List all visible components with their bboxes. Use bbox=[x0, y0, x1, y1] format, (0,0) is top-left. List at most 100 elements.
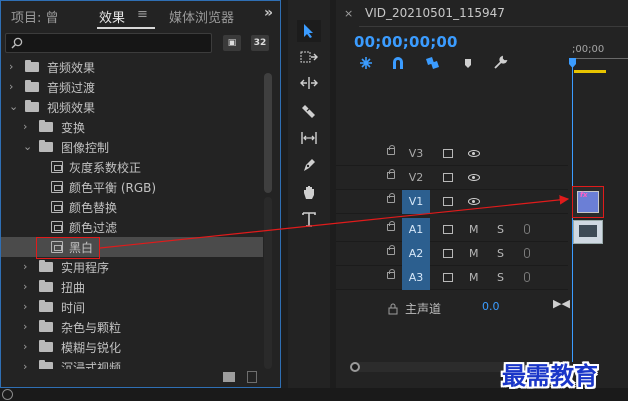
lock-icon[interactable] bbox=[387, 193, 395, 203]
track-a2[interactable]: A2 M S bbox=[336, 242, 568, 266]
chevron-right-icon[interactable]: › bbox=[23, 280, 27, 293]
tree-item[interactable]: › 模糊与锐化 bbox=[1, 337, 263, 357]
tree-item[interactable]: 颜色平衡 (RGB) bbox=[1, 177, 263, 197]
tree-item[interactable]: 颜色过滤 bbox=[1, 217, 263, 237]
chevron-right-icon[interactable]: › bbox=[23, 120, 27, 133]
selection-tool-icon[interactable] bbox=[297, 20, 321, 42]
chevron-right-icon[interactable]: › bbox=[23, 360, 27, 369]
tree-item[interactable]: › 时间 bbox=[1, 297, 263, 317]
tree-item[interactable]: ⌄ 图像控制 bbox=[1, 137, 263, 157]
tree-item[interactable]: › 杂色与颗粒 bbox=[1, 317, 263, 337]
playhead-handle[interactable] bbox=[569, 58, 576, 68]
sync-lock-icon[interactable] bbox=[443, 249, 453, 258]
chevron-right-icon[interactable]: › bbox=[23, 260, 27, 273]
tree-item[interactable]: › 音频效果 bbox=[1, 57, 263, 77]
chevron-down-icon[interactable]: ⌄ bbox=[23, 140, 32, 153]
snap-icon[interactable] bbox=[390, 55, 406, 71]
delete-icon[interactable] bbox=[247, 371, 257, 383]
sync-lock-icon[interactable] bbox=[443, 197, 453, 206]
mic-icon[interactable] bbox=[524, 248, 530, 258]
tree-item[interactable]: › 沉浸式视频 bbox=[1, 357, 263, 369]
track-a1[interactable]: A1 M S bbox=[336, 218, 568, 242]
timeline-settings-icon[interactable] bbox=[492, 55, 508, 71]
work-area-bar[interactable] bbox=[574, 70, 606, 73]
lock-icon[interactable] bbox=[387, 169, 395, 179]
linked-selection-icon[interactable] bbox=[424, 55, 440, 71]
sync-lock-icon[interactable] bbox=[443, 173, 453, 182]
lock-icon[interactable] bbox=[387, 221, 395, 231]
tree-item[interactable]: › 变换 bbox=[1, 117, 263, 137]
track-select-tool-icon[interactable] bbox=[297, 46, 321, 68]
eye-icon[interactable] bbox=[468, 198, 480, 205]
chevron-right-icon[interactable]: › bbox=[9, 80, 13, 93]
32bit-filter-button[interactable]: 32 bbox=[251, 35, 269, 51]
track-name-v1[interactable]: V1 bbox=[402, 190, 430, 214]
eye-icon[interactable] bbox=[468, 174, 480, 181]
tree-item[interactable]: 颜色替换 bbox=[1, 197, 263, 217]
audio-clip-a1[interactable] bbox=[573, 220, 603, 244]
tab-menu-icon[interactable]: ≡ bbox=[137, 7, 148, 22]
razor-tool-icon[interactable] bbox=[297, 100, 321, 122]
tabs-overflow-icon[interactable]: » bbox=[264, 5, 273, 21]
slip-tool-icon[interactable] bbox=[297, 127, 321, 149]
track-name-a3[interactable]: A3 bbox=[402, 266, 430, 290]
hand-tool-icon[interactable] bbox=[297, 181, 321, 203]
solo-button[interactable]: S bbox=[497, 271, 504, 284]
mute-button[interactable]: M bbox=[469, 223, 479, 236]
track-name-a1[interactable]: A1 bbox=[402, 218, 430, 242]
scrollbar-thumb[interactable] bbox=[264, 73, 272, 193]
tree-item[interactable]: › 音频过渡 bbox=[1, 77, 263, 97]
chevron-right-icon[interactable]: › bbox=[23, 340, 27, 353]
zoom-handle[interactable] bbox=[350, 362, 360, 372]
lock-icon[interactable] bbox=[387, 145, 395, 155]
chevron-right-icon[interactable]: › bbox=[9, 60, 13, 73]
mute-button[interactable]: M bbox=[469, 247, 479, 260]
mic-icon[interactable] bbox=[524, 272, 530, 282]
new-bin-icon[interactable] bbox=[223, 372, 235, 382]
chevron-right-icon[interactable]: › bbox=[23, 320, 27, 333]
chevron-right-icon[interactable]: › bbox=[23, 300, 27, 313]
time-ruler[interactable] bbox=[572, 58, 628, 59]
track-a3[interactable]: A3 M S bbox=[336, 266, 568, 290]
tree-item[interactable]: ⌄ 视频效果 bbox=[1, 97, 263, 117]
tab-project[interactable]: 项目: 曾 bbox=[11, 7, 59, 26]
sync-lock-icon[interactable] bbox=[443, 273, 453, 282]
chevron-down-icon[interactable]: ⌄ bbox=[9, 100, 18, 113]
tree-item[interactable]: › 实用程序 bbox=[1, 257, 263, 277]
close-sequence-icon[interactable]: × bbox=[344, 7, 353, 20]
go-to-out-icon[interactable]: ▶◀ bbox=[553, 297, 570, 310]
video-clip-v1[interactable]: fx bbox=[572, 186, 604, 218]
tab-media-browser[interactable]: 媒体浏览器 bbox=[169, 7, 234, 26]
status-icon[interactable] bbox=[2, 389, 13, 400]
tree-scrollbar[interactable] bbox=[264, 57, 272, 369]
master-volume-value[interactable]: 0.0 bbox=[482, 300, 500, 313]
tree-item[interactable]: 灰度系数校正 bbox=[1, 157, 263, 177]
ripple-edit-tool-icon[interactable] bbox=[297, 72, 321, 94]
track-name-v3[interactable]: V3 bbox=[402, 142, 430, 166]
sequence-tab-title[interactable]: VID_20210501_115947 bbox=[365, 6, 505, 20]
mic-icon[interactable] bbox=[524, 224, 530, 234]
add-marker-icon[interactable] bbox=[460, 55, 476, 71]
lock-icon[interactable] bbox=[387, 269, 395, 279]
sync-lock-icon[interactable] bbox=[443, 149, 453, 158]
sync-lock-icon[interactable] bbox=[443, 225, 453, 234]
accelerated-effects-filter-button[interactable]: ▣ bbox=[223, 35, 241, 51]
track-v1[interactable]: V1 bbox=[336, 190, 568, 214]
solo-button[interactable]: S bbox=[497, 247, 504, 260]
playhead-timecode[interactable]: 00;00;00;00 bbox=[354, 33, 458, 51]
mute-button[interactable]: M bbox=[469, 271, 479, 284]
search-input[interactable] bbox=[5, 33, 212, 53]
track-v2[interactable]: V2 bbox=[336, 166, 568, 190]
type-tool-icon[interactable] bbox=[297, 208, 321, 230]
master-lock-icon[interactable] bbox=[388, 303, 398, 315]
track-v3[interactable]: V3 bbox=[336, 142, 568, 166]
track-name-a2[interactable]: A2 bbox=[402, 242, 430, 266]
track-name-v2[interactable]: V2 bbox=[402, 166, 430, 190]
tree-item[interactable]: › 扭曲 bbox=[1, 277, 263, 297]
tab-effects[interactable]: 效果 bbox=[99, 7, 125, 26]
lock-icon[interactable] bbox=[387, 245, 395, 255]
pen-tool-icon[interactable] bbox=[297, 154, 321, 176]
solo-button[interactable]: S bbox=[497, 223, 504, 236]
nest-icon[interactable] bbox=[358, 55, 374, 71]
eye-icon[interactable] bbox=[468, 150, 480, 157]
